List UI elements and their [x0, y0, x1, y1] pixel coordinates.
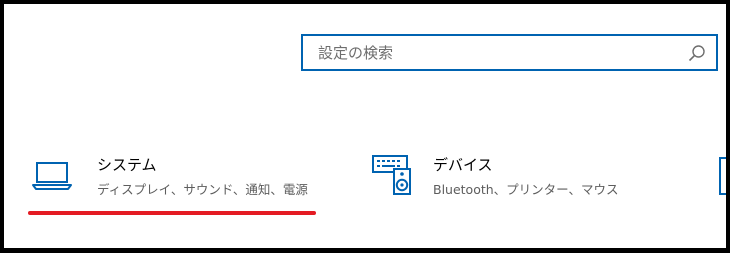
- category-system-title: システム: [97, 156, 157, 174]
- category-system[interactable]: システム ディスプレイ、サウンド、通知、電源: [30, 152, 330, 204]
- highlight-underline: [28, 211, 316, 215]
- category-devices-description: Bluetooth、プリンター、マウス: [433, 182, 619, 197]
- category-system-description: ディスプレイ、サウンド、通知、電源: [97, 182, 308, 197]
- laptop-icon: [32, 162, 72, 190]
- settings-window: システム ディスプレイ、サウンド、通知、電源 デバイス Bl: [0, 0, 730, 253]
- search-box[interactable]: [301, 34, 718, 71]
- category-devices-title: デバイス: [433, 156, 493, 174]
- search-icon[interactable]: [688, 44, 706, 62]
- phone-icon[interactable]: [719, 157, 730, 195]
- category-devices[interactable]: デバイス Bluetooth、プリンター、マウス: [370, 152, 700, 204]
- search-input[interactable]: [303, 38, 688, 67]
- keyboard-speaker-icon: [372, 155, 411, 195]
